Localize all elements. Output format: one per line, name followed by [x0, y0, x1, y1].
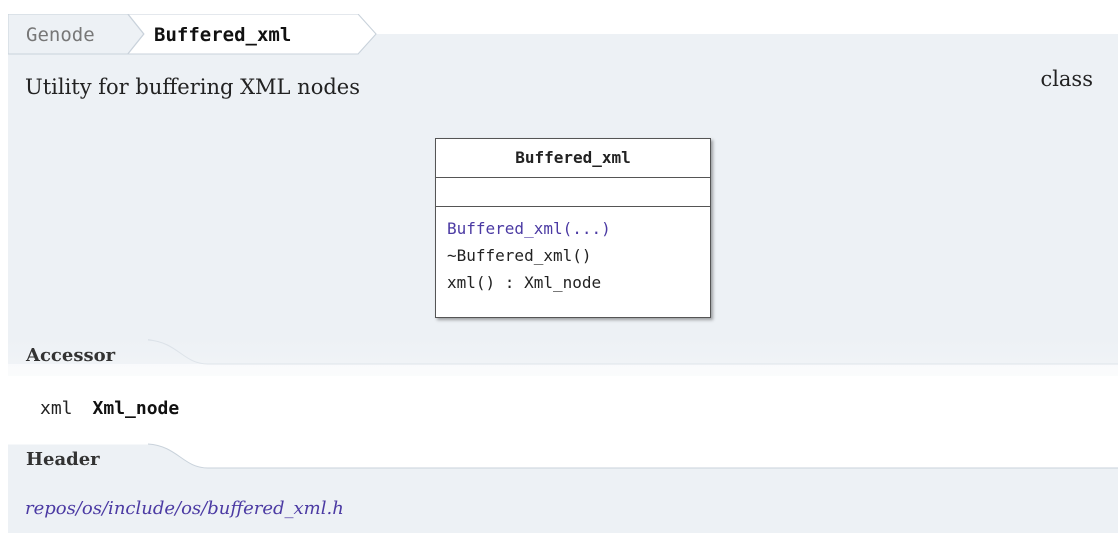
uml-class-diagram: Buffered_xml Buffered_xml(...) ~Buffered…: [435, 138, 711, 318]
accessor-type: Xml_node: [92, 398, 180, 419]
accessor-section-title: Accessor: [26, 345, 116, 366]
class-kind-label: class: [1040, 67, 1093, 91]
accessor-section-header: Accessor: [8, 336, 1118, 376]
uml-operation-constructor[interactable]: Buffered_xml(...): [447, 215, 710, 242]
section-header-shape: [8, 336, 1118, 376]
header-file-link[interactable]: repos/os/include/os/buffered_xml.h: [25, 498, 344, 519]
class-summary: Utility for buffering XML nodes: [25, 75, 360, 99]
accessor-row: xml Xml_node: [40, 398, 179, 419]
breadcrumb: Genode Buffered_xml: [8, 14, 378, 56]
breadcrumb-item-current: Buffered_xml: [154, 24, 292, 46]
uml-class-title: Buffered_xml: [436, 139, 710, 178]
breadcrumb-item-genode[interactable]: Genode: [26, 24, 95, 46]
header-section-title: Header: [26, 449, 100, 470]
header-section-header: Header: [8, 440, 1118, 480]
uml-operation-destructor: ~Buffered_xml(): [447, 246, 592, 265]
uml-operations-compartment: Buffered_xml(...) ~Buffered_xml() xml() …: [436, 207, 710, 296]
uml-operation-xml: xml() : Xml_node: [447, 273, 602, 292]
uml-attributes-compartment: [436, 178, 710, 207]
accessor-name: xml: [40, 398, 73, 419]
section-header-shape: [8, 443, 1118, 480]
